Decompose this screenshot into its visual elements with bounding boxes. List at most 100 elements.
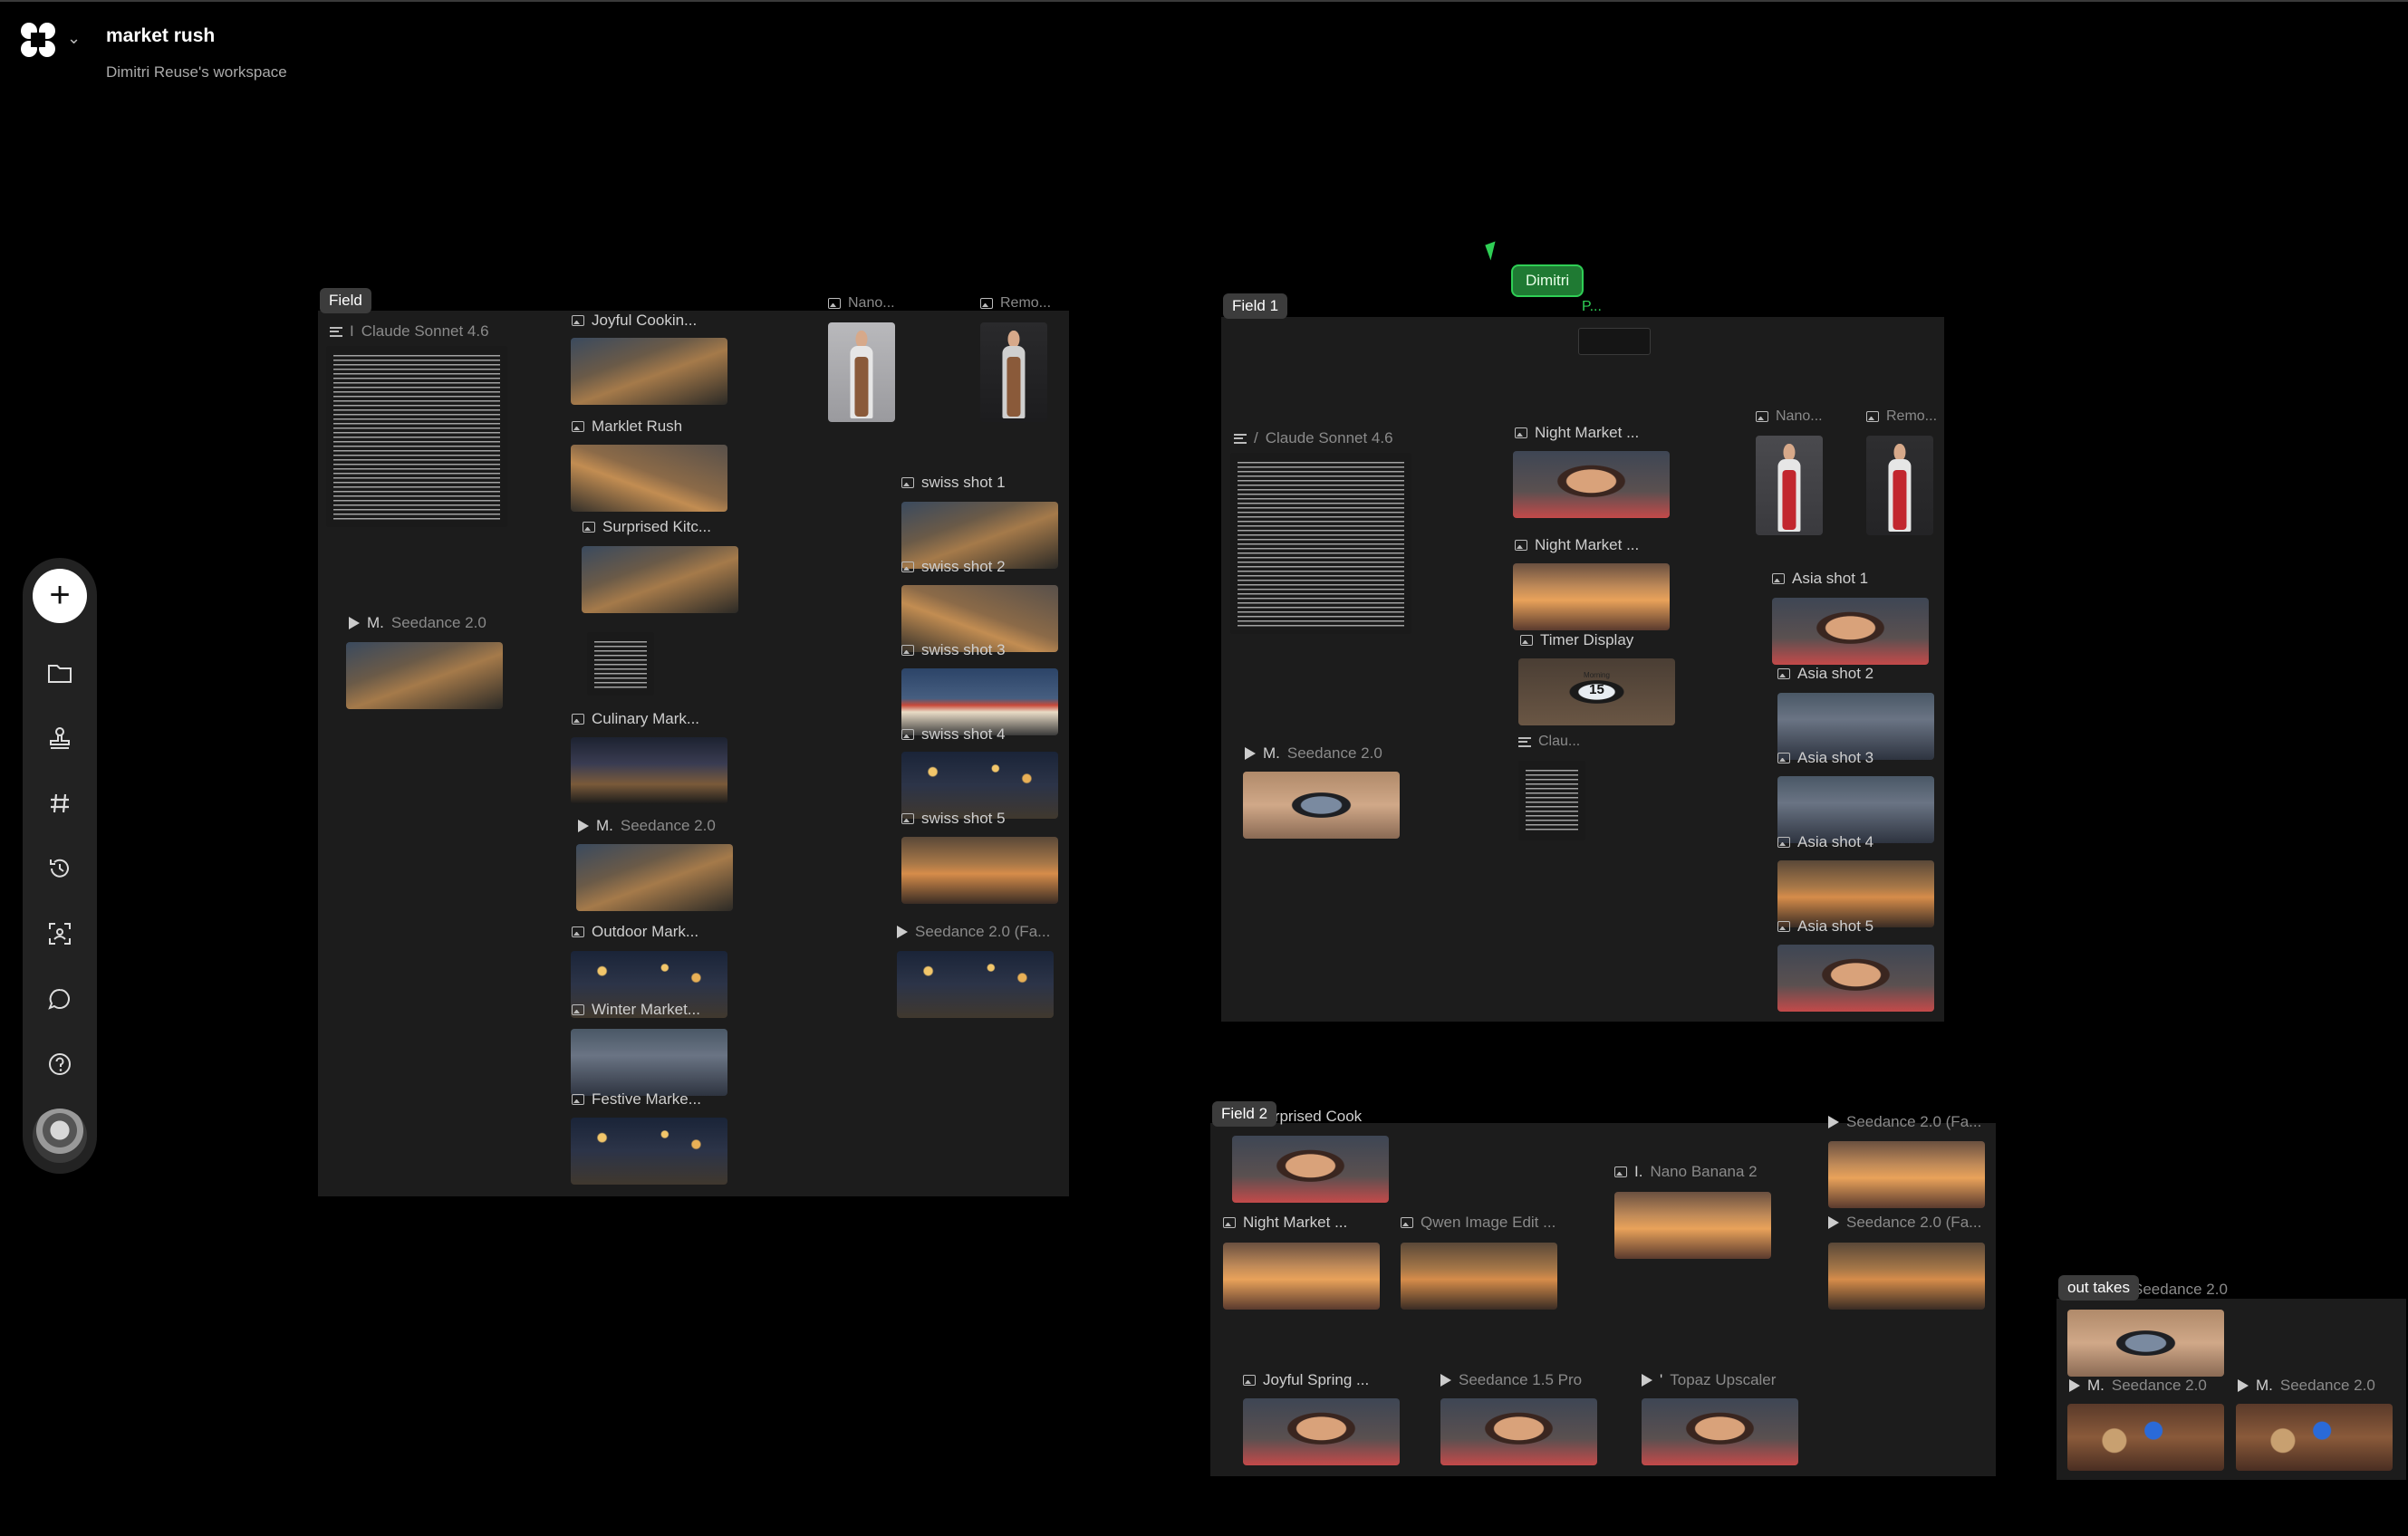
- night-market-image-1[interactable]: [1513, 451, 1670, 518]
- image-icon: [1772, 573, 1785, 584]
- node-prefix: M.: [2087, 1377, 2105, 1394]
- play-icon[interactable]: [349, 617, 360, 629]
- play-icon[interactable]: [2069, 1379, 2080, 1392]
- claude-text-node-1[interactable]: [1230, 453, 1411, 634]
- seedance-fa-video-0[interactable]: [897, 951, 1054, 1018]
- hash-icon[interactable]: [37, 781, 82, 826]
- node-title: Claude Sonnet 4.6: [361, 322, 489, 340]
- play-icon[interactable]: [578, 820, 589, 832]
- nano-banana-2-output[interactable]: [1614, 1192, 1771, 1259]
- image-icon: [572, 315, 584, 326]
- node-label-nano-banana-2: I. Nano Banana 2: [1614, 1163, 1758, 1181]
- play-icon[interactable]: [1828, 1216, 1839, 1229]
- node-label-surprised-kitchen: Surprised Kitc...: [583, 518, 711, 536]
- node-title: Asia shot 2: [1797, 665, 1874, 682]
- workspace-logo-icon[interactable]: [20, 22, 56, 58]
- node-title: Seedance 2.0 (Fa...: [1846, 1214, 1982, 1231]
- node-title: Festive Marke...: [592, 1090, 701, 1108]
- workspace-chevron-down-icon[interactable]: ⌄: [67, 29, 81, 48]
- collaborator-cursor-icon: [1485, 241, 1501, 261]
- remo-apron-image-1[interactable]: [1866, 436, 1933, 535]
- node-title: swiss shot 1: [921, 474, 1006, 491]
- winter-market-image[interactable]: [571, 1029, 727, 1096]
- field-label-0[interactable]: Field: [320, 288, 371, 313]
- image-icon: [572, 421, 584, 432]
- asia-shot-5-image[interactable]: [1777, 945, 1934, 1012]
- culinary-market-image[interactable]: [571, 737, 727, 804]
- node-label-topaz-upscaler: ' Topaz Upscaler: [1642, 1371, 1776, 1389]
- image-icon: [572, 926, 584, 937]
- timer-display-image[interactable]: Morning 15: [1518, 658, 1675, 725]
- outtakes-video-a[interactable]: [2067, 1404, 2224, 1471]
- joyful-cooking-image[interactable]: [571, 338, 727, 405]
- swiss-shot-4-image[interactable]: [901, 752, 1058, 819]
- nano-apron-image-0[interactable]: [828, 322, 895, 422]
- seedance-fa-video-1[interactable]: [1828, 1141, 1985, 1208]
- node-prefix: M.: [1263, 744, 1280, 762]
- folder-icon[interactable]: [37, 650, 82, 696]
- stamp-icon[interactable]: [37, 715, 82, 761]
- play-icon[interactable]: [897, 926, 908, 938]
- play-icon[interactable]: [1642, 1374, 1652, 1387]
- surprised-kitchen-image[interactable]: [582, 546, 738, 613]
- history-icon[interactable]: [37, 846, 82, 891]
- topaz-upscaler-video[interactable]: [1642, 1398, 1798, 1465]
- image-icon: [1777, 668, 1790, 679]
- add-button[interactable]: +: [33, 569, 87, 623]
- small-text-node-0[interactable]: [587, 632, 654, 696]
- node-title: Clau...: [1538, 734, 1581, 749]
- play-icon[interactable]: [2238, 1379, 2249, 1392]
- outtakes-video-b[interactable]: [2236, 1404, 2393, 1471]
- node-label-claude-sonnet-1: / Claude Sonnet 4.6: [1234, 429, 1393, 447]
- seedance-fa-video-2[interactable]: [1828, 1243, 1985, 1310]
- node-label-joyful-cooking: Joyful Cookin...: [572, 312, 697, 330]
- night-market-image-f2[interactable]: [1223, 1243, 1380, 1310]
- user-avatar[interactable]: [33, 1109, 87, 1163]
- joyful-spring-image[interactable]: [1243, 1398, 1400, 1465]
- node-title: Asia shot 1: [1792, 570, 1869, 587]
- claude-text-node[interactable]: [326, 346, 507, 527]
- help-icon[interactable]: [37, 1042, 82, 1087]
- nano-apron-image-1[interactable]: [1756, 436, 1823, 535]
- remo-apron-image-0[interactable]: [980, 322, 1047, 422]
- play-icon[interactable]: [1245, 747, 1256, 760]
- node-label-night-market-f2: Night Market ...: [1223, 1214, 1347, 1232]
- swiss-shot-5-image[interactable]: [901, 837, 1058, 904]
- surprised-cook-image[interactable]: [1232, 1136, 1389, 1203]
- mini-node[interactable]: [1578, 328, 1651, 355]
- text-preview: [1526, 770, 1578, 833]
- marklet-rush-image[interactable]: [571, 445, 727, 512]
- seedance-b-video[interactable]: [576, 844, 733, 911]
- node-title: Surprised Kitc...: [602, 518, 711, 535]
- node-title: Nano...: [848, 295, 895, 311]
- chat-icon[interactable]: [37, 976, 82, 1022]
- image-icon: [901, 729, 914, 740]
- image-icon: [572, 1004, 584, 1015]
- node-prefix: I.: [1634, 1163, 1643, 1180]
- outtakes-video-top[interactable]: [2067, 1310, 2224, 1377]
- node-title: Nano...: [1776, 408, 1823, 424]
- node-label-swiss-shot-5: swiss shot 5: [901, 810, 1006, 828]
- image-icon: [1515, 540, 1527, 551]
- play-icon[interactable]: [1828, 1116, 1839, 1128]
- asia-shot-1-image[interactable]: [1772, 598, 1929, 665]
- festive-market-image[interactable]: [571, 1118, 727, 1185]
- seedance-video-1[interactable]: [1243, 772, 1400, 839]
- play-icon[interactable]: [1440, 1374, 1451, 1387]
- small-text-node-1[interactable]: [1518, 761, 1585, 840]
- seedance-15-pro-video[interactable]: [1440, 1398, 1597, 1465]
- field-label-outtakes[interactable]: out takes: [2058, 1275, 2139, 1301]
- field-label-1[interactable]: Field 1: [1223, 293, 1288, 319]
- field-label-2[interactable]: Field 2: [1212, 1101, 1277, 1127]
- qwen-image-edit-output[interactable]: [1401, 1243, 1557, 1310]
- seedance-a-video[interactable]: [346, 642, 503, 709]
- text-preview: [333, 355, 500, 520]
- night-market-image-2[interactable]: [1513, 563, 1670, 630]
- node-title: Marklet Rush: [592, 418, 683, 435]
- node-label-swiss-shot-3: swiss shot 3: [901, 641, 1006, 659]
- workspace-title[interactable]: market rush: [106, 25, 215, 47]
- image-icon: [1243, 1375, 1256, 1386]
- image-icon: [1777, 753, 1790, 763]
- scan-icon[interactable]: [37, 911, 82, 956]
- image-icon: [901, 813, 914, 824]
